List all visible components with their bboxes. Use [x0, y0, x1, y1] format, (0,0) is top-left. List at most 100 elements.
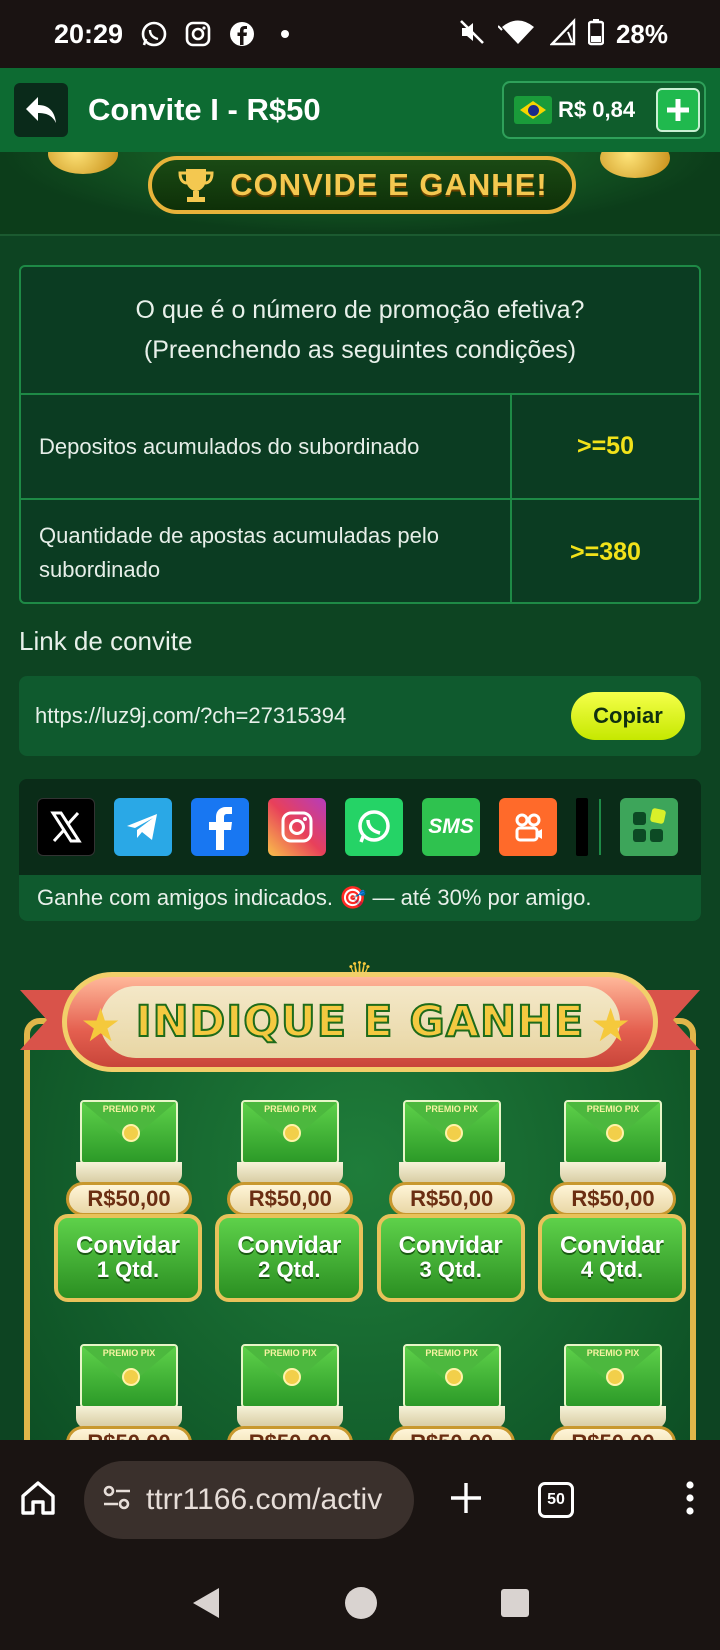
envelope-base [398, 1406, 505, 1428]
instagram-share-icon[interactable] [268, 798, 326, 856]
menu-icon[interactable] [684, 1480, 696, 1521]
more-apps-icon[interactable] [620, 798, 678, 856]
trophy-icon [178, 169, 214, 202]
back-nav-icon[interactable] [189, 1585, 223, 1626]
referral-card[interactable]: PREMIO PIX R$50,00 Convidar 3 Qtd. [369, 1100, 527, 1302]
invite-qty: 3 Qtd. [419, 1257, 482, 1282]
new-tab-icon[interactable] [448, 1480, 484, 1521]
share-note: Ganhe com amigos indicados. 🎯 — até 30% … [19, 875, 701, 921]
envelope-base [76, 1162, 182, 1184]
notification-dot-icon [281, 30, 290, 38]
invite-link-box: https://luz9j.com/?ch=27315394 Copiar [19, 676, 701, 756]
url-bar[interactable]: ttrr1166.com/activ [84, 1461, 414, 1539]
kwai-icon[interactable] [499, 798, 557, 856]
balance-amount: R$ 0,84 [558, 97, 636, 122]
envelope-text: PREMIO PIX [586, 1104, 640, 1114]
browser-toolbar: ttrr1166.com/activ 50 [0, 1440, 720, 1560]
envelope-base [237, 1162, 344, 1184]
add-funds-button[interactable] [656, 88, 700, 132]
home-nav-icon[interactable] [343, 1585, 379, 1626]
signal-icon [549, 17, 576, 51]
telegram-icon[interactable] [114, 798, 172, 856]
home-icon[interactable] [18, 1478, 58, 1523]
sms-label: SMS [428, 815, 474, 838]
mute-icon [458, 18, 486, 51]
balance-widget[interactable]: R$ 0,84 [502, 81, 706, 139]
envelope-icon: PREMIO PIX [563, 1344, 662, 1408]
invite-button[interactable]: Convidar 2 Qtd. [215, 1214, 364, 1302]
facebook-icon [227, 19, 257, 49]
envelope-icon: PREMIO PIX [80, 1344, 178, 1408]
app-header: Convite I - R$50 R$ 0,84 [0, 68, 720, 152]
status-bar: 20:29 28% [0, 0, 720, 68]
referral-card[interactable]: PREMIO PIX R$50,00 Convidar 4 Qtd. [530, 1100, 688, 1302]
tab-switcher-button[interactable]: 50 [538, 1482, 574, 1518]
envelope-text: PREMIO PIX [425, 1348, 478, 1358]
invite-qty: 2 Qtd. [258, 1257, 321, 1282]
url-text: ttrr1166.com/activ [146, 1483, 383, 1516]
page-title: Convite I - R$50 [88, 92, 321, 127]
conditions-table: O que é o número de promoção efetiva? (P… [19, 265, 701, 604]
envelope-base [559, 1406, 666, 1428]
envelope-base [76, 1406, 182, 1428]
referral-title: INDIQUE E GANHE [135, 996, 585, 1048]
coin-decoration [48, 152, 118, 174]
whatsapp-icon [139, 19, 169, 49]
condition-row: Depositos acumulados do subordinado >=50 [21, 395, 699, 500]
envelope-icon: PREMIO PIX [402, 1344, 501, 1408]
condition-row: Quantidade de apostas acumuladas pelo su… [21, 500, 699, 602]
banner-pill: CONVIDE E GANHE! [148, 156, 576, 214]
site-settings-icon[interactable] [102, 1485, 132, 1516]
whatsapp-share-icon[interactable] [345, 798, 403, 856]
brazil-flag-icon [514, 96, 552, 124]
envelope-text: PREMIO PIX [586, 1348, 640, 1358]
conditions-header: O que é o número de promoção efetiva? (P… [21, 267, 699, 395]
invite-label: Convidar [398, 1232, 503, 1259]
referral-card[interactable]: PREMIO PIX R$50,00 Convidar 1 Qtd. [46, 1100, 204, 1302]
x-icon[interactable] [37, 798, 95, 856]
sms-icon[interactable]: SMS [422, 798, 480, 856]
invite-label: Convidar [75, 1232, 180, 1259]
envelope-text: PREMIO PIX [102, 1348, 156, 1358]
invite-label: Convidar [237, 1232, 342, 1259]
share-panel: SMS Ganhe com amigos indicados. 🎯 — até … [19, 779, 701, 921]
conditions-subtitle: (Preenchendo as seguintes condições) [143, 336, 577, 364]
invite-button[interactable]: Convidar 3 Qtd. [376, 1214, 525, 1302]
copy-button[interactable]: Copiar [571, 692, 685, 740]
ribbon-inner: INDIQUE E GANHE [100, 986, 620, 1058]
envelope-text: PREMIO PIX [425, 1104, 478, 1114]
invite-label: Convidar [559, 1232, 664, 1259]
referral-board: ♛ INDIQUE E GANHE ★ ★ PREMIO PIX R$50,00… [18, 957, 702, 1518]
reward-amount: R$50,00 [549, 1182, 676, 1216]
invite-button[interactable]: Convidar 4 Qtd. [537, 1214, 686, 1302]
system-nav-bar [0, 1560, 720, 1650]
referral-ribbon: INDIQUE E GANHE [62, 972, 658, 1072]
coin-decoration [600, 152, 670, 178]
recents-nav-icon[interactable] [499, 1587, 531, 1624]
envelope-text: PREMIO PIX [264, 1348, 317, 1358]
envelope-icon: PREMIO PIX [80, 1100, 178, 1164]
back-button[interactable] [14, 83, 68, 137]
invite-qty: 1 Qtd. [96, 1257, 160, 1282]
battery-percent: 28% [615, 18, 668, 49]
star-icon: ★ [590, 999, 632, 1051]
envelope-base [559, 1162, 666, 1184]
overflow-icon[interactable] [576, 798, 588, 856]
condition-value: >=50 [576, 432, 634, 460]
divider [599, 799, 601, 855]
conditions-question: O que é o número de promoção efetiva? [135, 296, 585, 324]
facebook-share-icon[interactable] [191, 798, 249, 856]
referral-card[interactable]: PREMIO PIX R$50,00 Convidar 2 Qtd. [207, 1100, 365, 1302]
envelope-text: PREMIO PIX [102, 1104, 156, 1114]
invite-link[interactable]: https://luz9j.com/?ch=27315394 [35, 703, 346, 729]
envelope-icon: PREMIO PIX [241, 1344, 340, 1408]
condition-label: Depositos acumulados do subordinado [21, 395, 512, 498]
banner-title: CONVIDE E GANHE! [230, 167, 548, 202]
invite-section-title: Link de convite [19, 626, 193, 656]
instagram-icon [183, 19, 213, 49]
envelope-text: PREMIO PIX [264, 1104, 317, 1114]
invite-button[interactable]: Convidar 1 Qtd. [54, 1214, 202, 1302]
reward-amount: R$50,00 [66, 1182, 192, 1216]
plus-icon [667, 99, 689, 121]
envelope-icon: PREMIO PIX [241, 1100, 340, 1164]
